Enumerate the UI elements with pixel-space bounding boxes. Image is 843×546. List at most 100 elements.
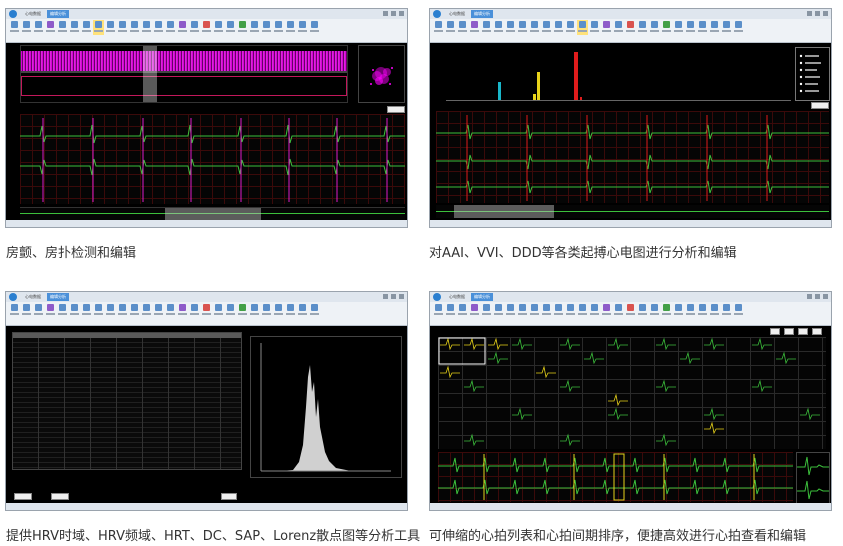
toolbar-tool-icon[interactable] bbox=[661, 303, 672, 318]
toolbar-tool-icon[interactable] bbox=[709, 303, 720, 318]
toolbar-tool-icon[interactable] bbox=[433, 20, 444, 35]
table-action-button[interactable] bbox=[14, 493, 32, 500]
toolbar-tool-icon[interactable] bbox=[249, 20, 260, 35]
toolbar-tool-icon[interactable] bbox=[613, 20, 624, 35]
rr-trend-plot[interactable] bbox=[20, 45, 348, 103]
close-icon[interactable] bbox=[399, 11, 404, 16]
minimize-icon[interactable] bbox=[383, 11, 388, 16]
view-option-button[interactable] bbox=[770, 328, 780, 335]
toolbar-tool-icon[interactable] bbox=[249, 303, 260, 318]
overview-strip[interactable] bbox=[436, 205, 829, 218]
window-tab[interactable]: 心电数据 bbox=[446, 293, 468, 301]
close-icon[interactable] bbox=[823, 294, 828, 299]
toolbar-tool-icon-selected[interactable] bbox=[577, 20, 588, 35]
toolbar-tool-icon[interactable] bbox=[613, 303, 624, 318]
toolbar-tool-icon[interactable] bbox=[141, 303, 152, 318]
toolbar-tool-icon[interactable] bbox=[273, 20, 284, 35]
toolbar-tool-icon[interactable] bbox=[273, 303, 284, 318]
toolbar-tool-icon[interactable] bbox=[9, 303, 20, 318]
window-tab-active[interactable]: 编辑分析 bbox=[47, 293, 69, 301]
toolbar-tool-icon[interactable] bbox=[21, 303, 32, 318]
toolbar-tool-icon[interactable] bbox=[129, 20, 140, 35]
toolbar-tool-icon[interactable] bbox=[541, 303, 552, 318]
maximize-icon[interactable] bbox=[815, 294, 820, 299]
window-tab-active[interactable]: 编辑分析 bbox=[471, 10, 493, 18]
toolbar-tool-icon[interactable] bbox=[213, 303, 224, 318]
view-option-button[interactable] bbox=[812, 328, 822, 335]
toolbar-tool-icon[interactable] bbox=[9, 20, 20, 35]
toolbar-tool-icon[interactable] bbox=[45, 20, 56, 35]
maximize-icon[interactable] bbox=[391, 11, 396, 16]
maximize-icon[interactable] bbox=[391, 294, 396, 299]
toolbar-tool-icon[interactable] bbox=[529, 20, 540, 35]
toolbar-tool-icon[interactable] bbox=[261, 20, 272, 35]
toolbar-tool-icon[interactable] bbox=[733, 20, 744, 35]
toolbar-tool-icon[interactable] bbox=[117, 20, 128, 35]
toolbar-tool-icon[interactable] bbox=[709, 20, 720, 35]
toolbar-tool-icon[interactable] bbox=[33, 20, 44, 35]
toolbar-tool-icon[interactable] bbox=[153, 303, 164, 318]
toolbar-tool-icon[interactable] bbox=[297, 20, 308, 35]
toolbar-tool-icon[interactable] bbox=[45, 303, 56, 318]
toolbar-tool-icon[interactable] bbox=[541, 20, 552, 35]
select-button[interactable] bbox=[811, 102, 829, 109]
toolbar-tool-icon[interactable] bbox=[57, 20, 68, 35]
toolbar-tool-icon[interactable] bbox=[189, 20, 200, 35]
toolbar-tool-icon[interactable] bbox=[517, 303, 528, 318]
minimize-icon[interactable] bbox=[807, 294, 812, 299]
window-tab[interactable]: 心电数据 bbox=[22, 10, 44, 18]
toolbar-tool-icon[interactable] bbox=[201, 20, 212, 35]
export-button[interactable] bbox=[221, 493, 237, 500]
zoomed-beat-view[interactable] bbox=[796, 452, 830, 504]
toolbar-tool-icon[interactable] bbox=[69, 303, 80, 318]
ecg-waveform-area[interactable] bbox=[436, 111, 829, 203]
toolbar-tool-icon[interactable] bbox=[285, 20, 296, 35]
toolbar-tool-icon[interactable] bbox=[553, 303, 564, 318]
toolbar-tool-icon[interactable] bbox=[637, 303, 648, 318]
toolbar-tool-icon[interactable] bbox=[445, 20, 456, 35]
toolbar-tool-icon[interactable] bbox=[589, 303, 600, 318]
rr-distribution-histogram[interactable] bbox=[250, 336, 402, 478]
toolbar-tool-icon[interactable] bbox=[309, 303, 320, 318]
toolbar-tool-icon[interactable] bbox=[673, 303, 684, 318]
toolbar-tool-icon[interactable] bbox=[129, 303, 140, 318]
toolbar-tool-icon[interactable] bbox=[673, 20, 684, 35]
toolbar-tool-icon[interactable] bbox=[469, 303, 480, 318]
toolbar-tool-icon[interactable] bbox=[309, 20, 320, 35]
minimize-icon[interactable] bbox=[383, 294, 388, 299]
toolbar-tool-icon[interactable] bbox=[661, 20, 672, 35]
toolbar-tool-icon[interactable] bbox=[237, 20, 248, 35]
toolbar-tool-icon[interactable] bbox=[285, 303, 296, 318]
beat-template-grid[interactable] bbox=[438, 337, 826, 449]
toolbar-tool-icon[interactable] bbox=[721, 303, 732, 318]
toolbar-tool-icon[interactable] bbox=[493, 20, 504, 35]
toolbar-tool-icon[interactable] bbox=[553, 20, 564, 35]
toolbar-tool-icon[interactable] bbox=[637, 20, 648, 35]
toolbar-tool-icon[interactable] bbox=[517, 20, 528, 35]
toolbar-tool-icon[interactable] bbox=[649, 20, 660, 35]
toolbar-tool-icon[interactable] bbox=[577, 303, 588, 318]
pacing-interval-histogram[interactable] bbox=[438, 45, 791, 105]
toolbar-tool-icon[interactable] bbox=[189, 303, 200, 318]
toolbar-tool-icon[interactable] bbox=[105, 20, 116, 35]
select-button[interactable] bbox=[387, 106, 405, 113]
toolbar-tool-icon[interactable] bbox=[625, 20, 636, 35]
toolbar-tool-icon[interactable] bbox=[33, 303, 44, 318]
toolbar-tool-icon[interactable] bbox=[93, 303, 104, 318]
window-tab[interactable]: 心电数据 bbox=[446, 10, 468, 18]
toolbar-tool-icon[interactable] bbox=[153, 20, 164, 35]
toolbar-tool-icon[interactable] bbox=[493, 303, 504, 318]
toolbar-tool-icon-selected[interactable] bbox=[93, 20, 104, 35]
toolbar-tool-icon[interactable] bbox=[201, 303, 212, 318]
toolbar-tool-icon[interactable] bbox=[685, 20, 696, 35]
toolbar-tool-icon[interactable] bbox=[81, 303, 92, 318]
ecg-waveform-area[interactable] bbox=[20, 114, 405, 204]
toolbar-tool-icon[interactable] bbox=[697, 303, 708, 318]
hrv-data-table[interactable] bbox=[12, 332, 242, 470]
toolbar-tool-icon[interactable] bbox=[565, 303, 576, 318]
toolbar-tool-icon[interactable] bbox=[445, 303, 456, 318]
overview-strip[interactable] bbox=[20, 207, 405, 220]
toolbar-tool-icon[interactable] bbox=[225, 20, 236, 35]
close-icon[interactable] bbox=[399, 294, 404, 299]
toolbar-tool-icon[interactable] bbox=[69, 20, 80, 35]
